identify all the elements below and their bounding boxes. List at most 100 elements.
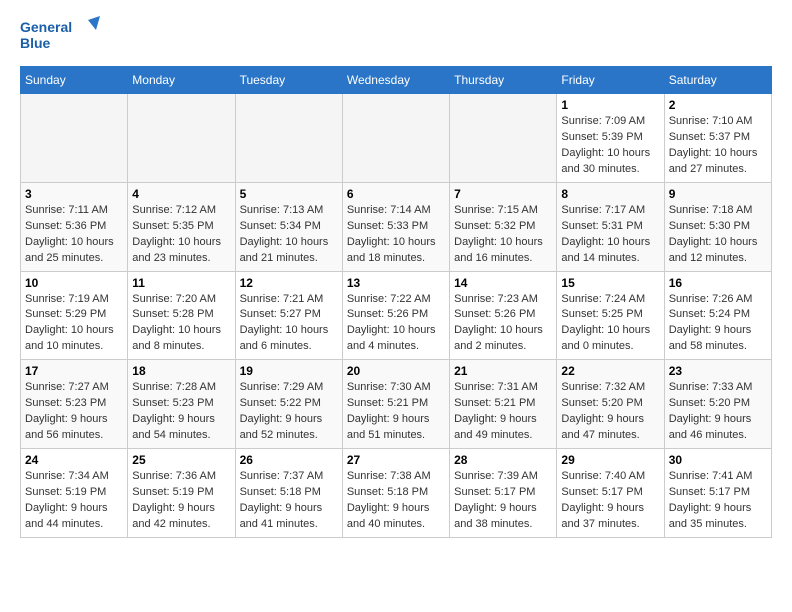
calendar-cell: 8 Sunrise: 7:17 AM Sunset: 5:31 PM Daylig…: [557, 182, 664, 271]
calendar-cell: 30Sunrise: 7:41 AM Sunset: 5:17 PM Dayli…: [664, 449, 771, 538]
day-info: Sunrise: 7:15 AM Sunset: 5:32 PM Dayligh…: [454, 203, 552, 267]
calendar-cell: 7 Sunrise: 7:15 AM Sunset: 5:32 PM Daylig…: [450, 182, 557, 271]
day-number: 4: [132, 187, 230, 201]
svg-text:Blue: Blue: [20, 35, 51, 51]
weekday-header-saturday: Saturday: [664, 67, 771, 94]
svg-text:General: General: [20, 19, 72, 35]
calendar-cell: 11 Sunrise: 7:20 AM Sunset: 5:28 PM Dayli…: [128, 271, 235, 360]
calendar-cell: 27 Sunrise: 7:38 AM Sunset: 5:18 PM Dayli…: [342, 449, 449, 538]
day-number: 1: [561, 98, 659, 112]
day-number: 6: [347, 187, 445, 201]
day-info: Sunrise: 7:26 AM Sunset: 5:24 PM Dayligh…: [669, 292, 767, 356]
weekday-header-friday: Friday: [557, 67, 664, 94]
day-info: Sunrise: 7:39 AM Sunset: 5:17 PM Dayligh…: [454, 469, 552, 533]
calendar-week-row: 17Sunrise: 7:27 AM Sunset: 5:23 PM Dayli…: [21, 360, 772, 449]
calendar-cell: [235, 94, 342, 183]
calendar-cell: 26 Sunrise: 7:37 AM Sunset: 5:18 PM Dayli…: [235, 449, 342, 538]
day-info: Sunrise: 7:36 AM Sunset: 5:19 PM Dayligh…: [132, 469, 230, 533]
day-number: 18: [132, 364, 230, 378]
logo: General Blue: [20, 16, 100, 56]
day-info: Sunrise: 7:14 AM Sunset: 5:33 PM Dayligh…: [347, 203, 445, 267]
logo-svg: General Blue: [20, 16, 100, 56]
calendar-cell: [128, 94, 235, 183]
calendar-cell: 13Sunrise: 7:22 AM Sunset: 5:26 PM Dayli…: [342, 271, 449, 360]
weekday-header-tuesday: Tuesday: [235, 67, 342, 94]
day-number: 20: [347, 364, 445, 378]
calendar-cell: 15 Sunrise: 7:24 AM Sunset: 5:25 PM Dayli…: [557, 271, 664, 360]
day-info: Sunrise: 7:28 AM Sunset: 5:23 PM Dayligh…: [132, 380, 230, 444]
calendar-cell: 19 Sunrise: 7:29 AM Sunset: 5:22 PM Dayli…: [235, 360, 342, 449]
day-number: 12: [240, 276, 338, 290]
calendar-cell: 4 Sunrise: 7:12 AM Sunset: 5:35 PM Daylig…: [128, 182, 235, 271]
calendar-week-row: 3 Sunrise: 7:11 AM Sunset: 5:36 PM Daylig…: [21, 182, 772, 271]
day-info: Sunrise: 7:37 AM Sunset: 5:18 PM Dayligh…: [240, 469, 338, 533]
calendar-cell: 10Sunrise: 7:19 AM Sunset: 5:29 PM Dayli…: [21, 271, 128, 360]
day-info: Sunrise: 7:23 AM Sunset: 5:26 PM Dayligh…: [454, 292, 552, 356]
calendar-cell: 2 Sunrise: 7:10 AM Sunset: 5:37 PM Daylig…: [664, 94, 771, 183]
day-number: 11: [132, 276, 230, 290]
weekday-header-wednesday: Wednesday: [342, 67, 449, 94]
day-info: Sunrise: 7:29 AM Sunset: 5:22 PM Dayligh…: [240, 380, 338, 444]
day-info: Sunrise: 7:24 AM Sunset: 5:25 PM Dayligh…: [561, 292, 659, 356]
calendar-cell: 17Sunrise: 7:27 AM Sunset: 5:23 PM Dayli…: [21, 360, 128, 449]
calendar-cell: 20 Sunrise: 7:30 AM Sunset: 5:21 PM Dayli…: [342, 360, 449, 449]
day-number: 21: [454, 364, 552, 378]
day-info: Sunrise: 7:31 AM Sunset: 5:21 PM Dayligh…: [454, 380, 552, 444]
day-info: Sunrise: 7:40 AM Sunset: 5:17 PM Dayligh…: [561, 469, 659, 533]
day-number: 25: [132, 453, 230, 467]
page-container: General Blue SundayMondayTuesdayWednesda…: [0, 0, 792, 554]
day-info: Sunrise: 7:17 AM Sunset: 5:31 PM Dayligh…: [561, 203, 659, 267]
day-info: Sunrise: 7:11 AM Sunset: 5:36 PM Dayligh…: [25, 203, 123, 267]
day-info: Sunrise: 7:20 AM Sunset: 5:28 PM Dayligh…: [132, 292, 230, 356]
day-info: Sunrise: 7:09 AM Sunset: 5:39 PM Dayligh…: [561, 114, 659, 178]
day-number: 3: [25, 187, 123, 201]
day-info: Sunrise: 7:27 AM Sunset: 5:23 PM Dayligh…: [25, 380, 123, 444]
day-number: 10: [25, 276, 123, 290]
calendar-cell: 12Sunrise: 7:21 AM Sunset: 5:27 PM Dayli…: [235, 271, 342, 360]
day-info: Sunrise: 7:10 AM Sunset: 5:37 PM Dayligh…: [669, 114, 767, 178]
day-number: 30: [669, 453, 767, 467]
day-number: 28: [454, 453, 552, 467]
day-number: 15: [561, 276, 659, 290]
day-number: 9: [669, 187, 767, 201]
calendar-table: SundayMondayTuesdayWednesdayThursdayFrid…: [20, 66, 772, 538]
day-number: 23: [669, 364, 767, 378]
day-number: 19: [240, 364, 338, 378]
calendar-cell: 16 Sunrise: 7:26 AM Sunset: 5:24 PM Dayli…: [664, 271, 771, 360]
day-number: 2: [669, 98, 767, 112]
day-number: 24: [25, 453, 123, 467]
day-info: Sunrise: 7:22 AM Sunset: 5:26 PM Dayligh…: [347, 292, 445, 356]
calendar-week-row: 1 Sunrise: 7:09 AM Sunset: 5:39 PM Daylig…: [21, 94, 772, 183]
calendar-cell: 1 Sunrise: 7:09 AM Sunset: 5:39 PM Daylig…: [557, 94, 664, 183]
day-info: Sunrise: 7:18 AM Sunset: 5:30 PM Dayligh…: [669, 203, 767, 267]
day-number: 7: [454, 187, 552, 201]
day-number: 27: [347, 453, 445, 467]
day-number: 14: [454, 276, 552, 290]
weekday-header-sunday: Sunday: [21, 67, 128, 94]
calendar-cell: [450, 94, 557, 183]
calendar-cell: 22 Sunrise: 7:32 AM Sunset: 5:20 PM Dayli…: [557, 360, 664, 449]
calendar-cell: [342, 94, 449, 183]
weekday-header-monday: Monday: [128, 67, 235, 94]
calendar-week-row: 10Sunrise: 7:19 AM Sunset: 5:29 PM Dayli…: [21, 271, 772, 360]
calendar-cell: 25 Sunrise: 7:36 AM Sunset: 5:19 PM Dayli…: [128, 449, 235, 538]
calendar-cell: 14 Sunrise: 7:23 AM Sunset: 5:26 PM Dayli…: [450, 271, 557, 360]
day-info: Sunrise: 7:30 AM Sunset: 5:21 PM Dayligh…: [347, 380, 445, 444]
day-number: 8: [561, 187, 659, 201]
day-info: Sunrise: 7:12 AM Sunset: 5:35 PM Dayligh…: [132, 203, 230, 267]
weekday-header-thursday: Thursday: [450, 67, 557, 94]
day-info: Sunrise: 7:13 AM Sunset: 5:34 PM Dayligh…: [240, 203, 338, 267]
day-info: Sunrise: 7:38 AM Sunset: 5:18 PM Dayligh…: [347, 469, 445, 533]
day-number: 26: [240, 453, 338, 467]
calendar-cell: 5Sunrise: 7:13 AM Sunset: 5:34 PM Daylig…: [235, 182, 342, 271]
calendar-cell: 28 Sunrise: 7:39 AM Sunset: 5:17 PM Dayli…: [450, 449, 557, 538]
calendar-cell: 9 Sunrise: 7:18 AM Sunset: 5:30 PM Daylig…: [664, 182, 771, 271]
day-number: 16: [669, 276, 767, 290]
calendar-cell: 29Sunrise: 7:40 AM Sunset: 5:17 PM Dayli…: [557, 449, 664, 538]
calendar-cell: 18 Sunrise: 7:28 AM Sunset: 5:23 PM Dayli…: [128, 360, 235, 449]
calendar-cell: 23Sunrise: 7:33 AM Sunset: 5:20 PM Dayli…: [664, 360, 771, 449]
day-number: 22: [561, 364, 659, 378]
page-header: General Blue: [20, 16, 772, 56]
day-info: Sunrise: 7:32 AM Sunset: 5:20 PM Dayligh…: [561, 380, 659, 444]
calendar-cell: 24Sunrise: 7:34 AM Sunset: 5:19 PM Dayli…: [21, 449, 128, 538]
